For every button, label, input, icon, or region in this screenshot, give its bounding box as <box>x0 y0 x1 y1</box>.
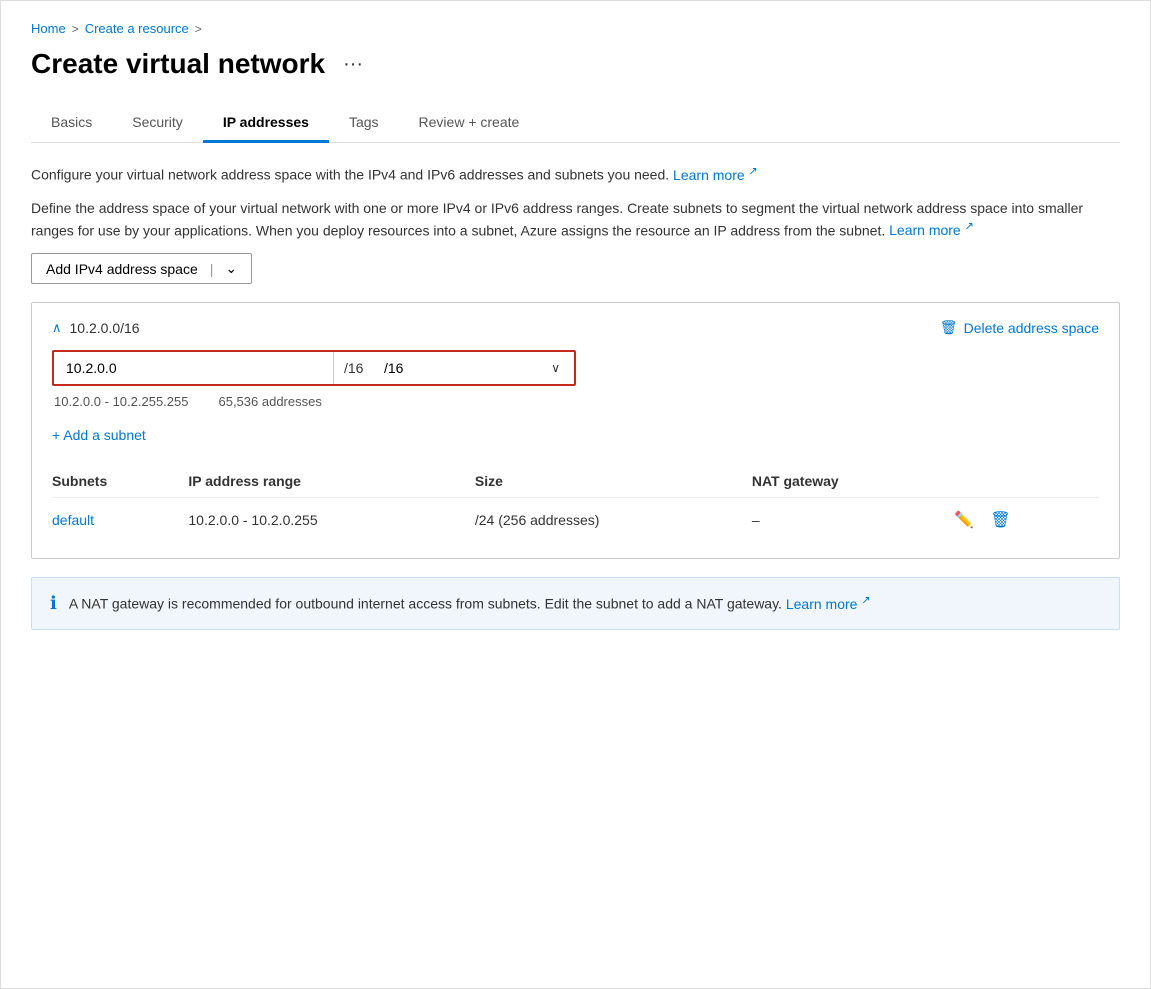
col-header-nat: NAT gateway <box>752 465 953 498</box>
info-banner-text: A NAT gateway is recommended for outboun… <box>69 592 871 615</box>
breadcrumb: Home > Create a resource > <box>31 21 1120 36</box>
tabs-container: Basics Security IP addresses Tags Review… <box>31 104 1120 143</box>
description-2: Define the address space of your virtual… <box>31 198 1120 242</box>
page-wrapper: Home > Create a resource > Create virtua… <box>0 0 1151 989</box>
subnet-name-link[interactable]: default <box>52 512 94 528</box>
add-ipv4-label: Add IPv4 address space <box>46 261 198 277</box>
page-title-row: Create virtual network ··· <box>31 48 1120 80</box>
subnet-nat-cell: – <box>752 498 953 543</box>
col-header-ip-range: IP address range <box>188 465 474 498</box>
breadcrumb-sep1: > <box>72 22 79 36</box>
add-subnet-label: + Add a subnet <box>52 427 146 443</box>
col-header-size: Size <box>475 465 752 498</box>
address-space-header: ∧ 10.2.0.0/16 🗑 Delete address space <box>52 319 1099 336</box>
action-icons: ✏️ 🗑 <box>952 508 1087 532</box>
info-banner: ℹ A NAT gateway is recommended for outbo… <box>31 577 1120 630</box>
subnet-ip-range-cell: 10.2.0.0 - 10.2.0.255 <box>188 498 474 543</box>
learn-more-link-1[interactable]: Learn more ↗ <box>673 167 758 183</box>
subnet-size-cell: /24 (256 addresses) <box>475 498 752 543</box>
breadcrumb-home[interactable]: Home <box>31 21 66 36</box>
ellipsis-button[interactable]: ··· <box>337 51 369 78</box>
chevron-down-icon: ⌄ <box>225 260 237 277</box>
cidr-select[interactable]: /8 /9 /10 /11 /12 /13 /14 /15 /16 /17 /1… <box>374 352 574 384</box>
ip-base-input[interactable] <box>54 352 334 384</box>
external-link-icon-banner: ↗ <box>861 594 870 606</box>
learn-more-link-banner[interactable]: Learn more ↗ <box>786 596 871 612</box>
delete-address-space-button[interactable]: 🗑 Delete address space <box>940 319 1099 336</box>
edit-subnet-button[interactable]: ✏️ <box>952 508 976 532</box>
description-1: Configure your virtual network address s… <box>31 163 1120 186</box>
trash-icon: 🗑 <box>940 319 958 336</box>
cidr-dropdown-wrapper: /8 /9 /10 /11 /12 /13 /14 /15 /16 /17 /1… <box>374 352 574 384</box>
page-title: Create virtual network <box>31 48 325 80</box>
address-space-container: ∧ 10.2.0.0/16 🗑 Delete address space /16… <box>31 302 1120 559</box>
tab-basics[interactable]: Basics <box>31 104 112 143</box>
table-row: default 10.2.0.0 - 10.2.0.255 /24 (256 a… <box>52 498 1099 543</box>
add-subnet-button[interactable]: + Add a subnet <box>52 423 146 447</box>
address-range-info: 10.2.0.0 - 10.2.255.255 65,536 addresses <box>52 394 1099 409</box>
breadcrumb-create-resource[interactable]: Create a resource <box>85 21 189 36</box>
add-ipv4-button[interactable]: Add IPv4 address space | ⌄ <box>31 253 252 284</box>
breadcrumb-sep2: > <box>195 22 202 36</box>
ip-input-row: /16 /8 /9 /10 /11 /12 /13 /14 /15 /16 /1… <box>52 350 576 386</box>
info-icon: ℹ <box>50 593 57 614</box>
collapse-icon[interactable]: ∧ <box>52 320 62 336</box>
tab-tags[interactable]: Tags <box>329 104 399 143</box>
tab-review-create[interactable]: Review + create <box>399 104 540 143</box>
subnet-actions-cell: ✏️ 🗑 <box>952 498 1099 543</box>
subnets-table: Subnets IP address range Size NAT gatewa… <box>52 465 1099 542</box>
address-space-title-row: ∧ 10.2.0.0/16 <box>52 320 140 336</box>
tab-ip-addresses[interactable]: IP addresses <box>203 104 329 143</box>
col-header-subnets: Subnets <box>52 465 188 498</box>
address-range-text: 10.2.0.0 - 10.2.255.255 <box>54 394 188 409</box>
cidr-prefix: /16 <box>334 352 374 384</box>
subnet-name-cell: default <box>52 498 188 543</box>
external-link-icon-1: ↗ <box>749 165 758 177</box>
add-ipv4-divider: | <box>210 261 214 277</box>
address-space-cidr-label: 10.2.0.0/16 <box>70 320 140 336</box>
address-count: 65,536 addresses <box>218 394 321 409</box>
tab-security[interactable]: Security <box>112 104 203 143</box>
delete-subnet-button[interactable]: 🗑 <box>988 508 1012 532</box>
learn-more-link-2[interactable]: Learn more ↗ <box>889 222 974 238</box>
external-link-icon-2: ↗ <box>965 221 974 233</box>
